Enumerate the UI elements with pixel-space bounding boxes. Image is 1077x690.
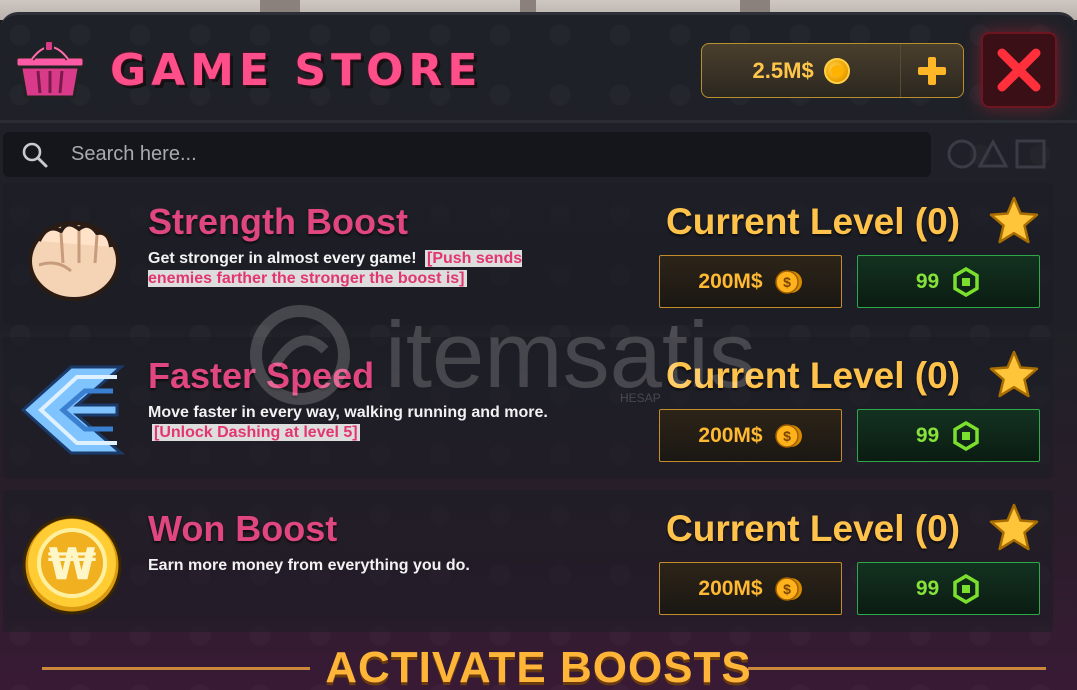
close-button[interactable] <box>981 32 1057 108</box>
coin-icon <box>823 57 850 84</box>
buy-with-robux-button[interactable]: 99 <box>857 255 1040 308</box>
store-item-won-boost: ₩ Won Boost Earn more money from everyth… <box>3 490 1053 632</box>
item-description: Earn more money from everything you do. <box>148 557 470 574</box>
buy-with-coins-button[interactable]: 200M$ $ <box>659 562 842 615</box>
svg-text:$: $ <box>783 581 791 597</box>
coin-stack-icon: $ <box>774 423 802 448</box>
currency-display: 2.5M$ <box>701 43 964 98</box>
item-level: Current Level (0) <box>666 508 961 549</box>
buy-with-coins-button[interactable]: 200M$ $ <box>659 255 842 308</box>
search-icon <box>22 142 48 167</box>
svg-text:$: $ <box>783 274 791 290</box>
svg-text:₩: ₩ <box>48 539 97 590</box>
circle-triangle-square-icon <box>947 139 1046 169</box>
activate-boosts-heading: ACTIVATE BOOSTS <box>325 643 752 690</box>
svg-text:$: $ <box>783 428 791 444</box>
close-icon <box>997 48 1041 92</box>
item-name: Strength Boost <box>148 201 408 242</box>
store-header: GAME STORE 2.5M$ <box>0 15 1077 120</box>
speed-arrows-icon <box>20 365 126 455</box>
star-icon <box>989 503 1039 551</box>
item-description: Move faster in every way, walking runnin… <box>148 404 548 441</box>
buy-with-coins-button[interactable]: 200M$ $ <box>659 409 842 462</box>
coin-stack-icon: $ <box>774 269 802 294</box>
header-divider <box>0 120 1077 123</box>
buy-with-robux-button[interactable]: 99 <box>857 562 1040 615</box>
star-icon <box>989 350 1039 398</box>
plus-icon <box>918 56 947 85</box>
currency-amount: 2.5M$ <box>752 57 814 83</box>
add-currency-button[interactable] <box>900 44 963 97</box>
store-window: GAME STORE 2.5M$ Search here... Strength… <box>0 12 1077 690</box>
item-name: Faster Speed <box>148 355 375 396</box>
item-level: Current Level (0) <box>666 355 961 396</box>
item-description: Get stronger in almost every game! [Push… <box>148 250 523 287</box>
store-title: GAME STORE <box>110 45 483 96</box>
robux-icon <box>953 420 979 451</box>
search-bar[interactable] <box>3 132 931 177</box>
store-item-strength-boost: Strength Boost Get stronger in almost ev… <box>3 183 1053 325</box>
buy-with-robux-button[interactable]: 99 <box>857 409 1040 462</box>
fist-icon <box>28 221 120 301</box>
store-item-faster-speed: Faster Speed Move faster in every way, w… <box>3 337 1053 479</box>
star-icon <box>989 196 1039 244</box>
robux-icon <box>953 266 979 297</box>
won-coin-icon: ₩ <box>22 515 122 615</box>
search-input[interactable] <box>71 143 891 166</box>
robux-icon <box>953 573 979 604</box>
item-name: Won Boost <box>148 508 338 549</box>
basket-icon <box>14 40 86 99</box>
coin-stack-icon: $ <box>774 576 802 601</box>
item-level: Current Level (0) <box>666 201 961 242</box>
item-tag: [Unlock Dashing at level 5] <box>152 424 360 441</box>
